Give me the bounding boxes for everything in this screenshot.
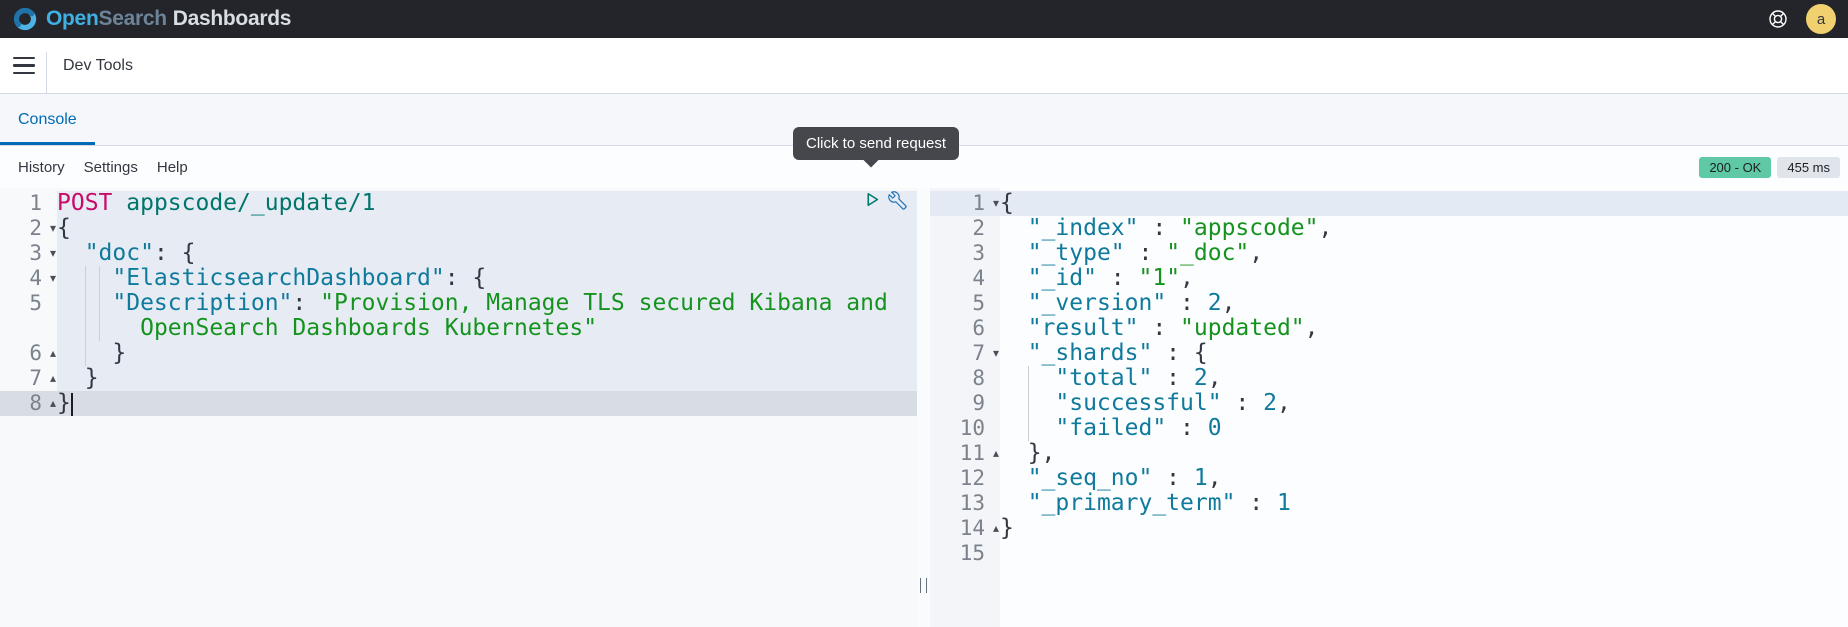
fold-toggle-icon[interactable]: ▴ xyxy=(50,341,56,366)
response-line[interactable]: 6 "result" : "updated", xyxy=(930,316,1848,341)
line-gutter: 7▾ xyxy=(930,341,1000,366)
play-icon xyxy=(864,191,881,208)
line-gutter: 6▴ xyxy=(0,341,57,366)
indent-guide xyxy=(85,266,86,291)
opensearch-logo-icon xyxy=(12,6,38,32)
send-request-button[interactable] xyxy=(864,191,881,210)
indent-guide xyxy=(99,316,100,341)
fold-toggle-icon[interactable]: ▾ xyxy=(50,241,56,266)
response-line[interactable]: 4 "_id" : "1", xyxy=(930,266,1848,291)
indent-guide xyxy=(1028,416,1029,441)
fold-toggle-icon[interactable]: ▴ xyxy=(993,516,999,541)
fold-toggle-icon[interactable]: ▴ xyxy=(993,441,999,466)
indent-guide xyxy=(85,316,86,341)
line-gutter: 13 xyxy=(930,491,1000,516)
indent-guide xyxy=(99,291,100,316)
console-menu-item-history[interactable]: History xyxy=(18,159,65,176)
fold-toggle-icon[interactable]: ▴ xyxy=(50,391,56,416)
breadcrumb: Dev Tools xyxy=(63,57,133,75)
response-line[interactable]: 1▾{ xyxy=(930,191,1848,216)
response-line[interactable]: 11▴ }, xyxy=(930,441,1848,466)
line-gutter: 2 xyxy=(930,216,1000,241)
tab-console[interactable]: Console xyxy=(0,94,95,145)
send-request-tooltip: Click to send request xyxy=(793,127,959,160)
opensearch-logo[interactable]: OpenSearchDashboards xyxy=(12,6,291,32)
response-time-badge: 455 ms xyxy=(1777,157,1840,178)
line-gutter: 15 xyxy=(930,541,1000,566)
request-line[interactable]: OpenSearch Dashboards Kubernetes" xyxy=(0,316,917,341)
request-line[interactable]: 7▴ } xyxy=(0,366,917,391)
line-gutter: 7▴ xyxy=(0,366,57,391)
request-options-button[interactable] xyxy=(888,191,907,210)
app-header: OpenSearchDashboards a xyxy=(0,0,1848,38)
help-lifebuoy-icon xyxy=(1768,9,1788,29)
response-line[interactable]: 2 "_index" : "appscode", xyxy=(930,216,1848,241)
line-gutter: 1▾ xyxy=(930,191,1000,216)
nav-divider xyxy=(46,52,47,93)
indent-guide xyxy=(1028,391,1029,416)
fold-toggle-icon[interactable]: ▾ xyxy=(50,266,56,291)
indent-guide xyxy=(85,341,86,366)
brand-text: OpenSearchDashboards xyxy=(46,7,291,31)
fold-toggle-icon[interactable]: ▾ xyxy=(993,191,999,216)
nav-bar: Dev Tools xyxy=(0,38,1848,94)
panel-splitter[interactable] xyxy=(917,188,930,627)
line-gutter: 5 xyxy=(0,291,57,316)
line-gutter xyxy=(0,316,57,341)
response-line[interactable]: 10 "failed" : 0 xyxy=(930,416,1848,441)
line-gutter: 4▾ xyxy=(0,266,57,291)
request-line[interactable]: 4▾ "ElasticsearchDashboard": { xyxy=(0,266,917,291)
hamburger-icon xyxy=(13,57,35,60)
status-badge: 200 - OK xyxy=(1699,157,1771,178)
request-line[interactable]: 1POST appscode/_update/1 xyxy=(0,191,917,216)
user-avatar[interactable]: a xyxy=(1806,4,1836,34)
help-button[interactable] xyxy=(1768,9,1788,29)
menu-button[interactable] xyxy=(0,38,46,93)
console-menu-item-help[interactable]: Help xyxy=(157,159,188,176)
console-workspace: 1POST appscode/_update/12▾{3▾ "doc": {4▾… xyxy=(0,188,1848,627)
text-cursor xyxy=(71,393,73,416)
request-line[interactable]: 8▴} xyxy=(0,391,917,416)
console-menu-item-settings[interactable]: Settings xyxy=(84,159,138,176)
response-line[interactable]: 7▾ "_shards" : { xyxy=(930,341,1848,366)
line-gutter: 3▾ xyxy=(0,241,57,266)
indent-guide xyxy=(99,266,100,291)
fold-toggle-icon[interactable]: ▾ xyxy=(50,216,56,241)
fold-toggle-icon[interactable]: ▴ xyxy=(50,366,56,391)
line-gutter: 5 xyxy=(930,291,1000,316)
line-gutter: 6 xyxy=(930,316,1000,341)
fold-toggle-icon[interactable]: ▾ xyxy=(993,341,999,366)
response-viewer[interactable]: 1▾{2 "_index" : "appscode",3 "_type" : "… xyxy=(930,188,1848,627)
line-gutter: 8▴ xyxy=(0,391,57,416)
line-gutter: 4 xyxy=(930,266,1000,291)
request-line[interactable]: 5 "Description": "Provision, Manage TLS … xyxy=(0,291,917,316)
line-gutter: 3 xyxy=(930,241,1000,266)
line-gutter: 1 xyxy=(0,191,57,216)
response-line[interactable]: 3 "_type" : "_doc", xyxy=(930,241,1848,266)
response-line[interactable]: 15 xyxy=(930,541,1848,566)
line-gutter: 14▴ xyxy=(930,516,1000,541)
line-gutter: 8 xyxy=(930,366,1000,391)
line-gutter: 11▴ xyxy=(930,441,1000,466)
line-gutter: 2▾ xyxy=(0,216,57,241)
wrench-icon xyxy=(888,191,907,210)
request-editor[interactable]: 1POST appscode/_update/12▾{3▾ "doc": {4▾… xyxy=(0,188,917,627)
response-line[interactable]: 14▴} xyxy=(930,516,1848,541)
response-line[interactable]: 12 "_seq_no" : 1, xyxy=(930,466,1848,491)
response-line[interactable]: 5 "_version" : 2, xyxy=(930,291,1848,316)
console-menu: History Settings Help xyxy=(18,159,188,176)
line-gutter: 10 xyxy=(930,416,1000,441)
response-line[interactable]: 9 "successful" : 2, xyxy=(930,391,1848,416)
indent-guide xyxy=(85,291,86,316)
line-gutter: 9 xyxy=(930,391,1000,416)
request-line[interactable]: 3▾ "doc": { xyxy=(0,241,917,266)
response-line[interactable]: 8 "total" : 2, xyxy=(930,366,1848,391)
panel-resize-handle[interactable] xyxy=(920,578,927,593)
response-line[interactable]: 13 "_primary_term" : 1 xyxy=(930,491,1848,516)
line-gutter: 12 xyxy=(930,466,1000,491)
indent-guide xyxy=(1028,366,1029,391)
request-line[interactable]: 2▾{ xyxy=(0,216,917,241)
request-line[interactable]: 6▴ } xyxy=(0,341,917,366)
